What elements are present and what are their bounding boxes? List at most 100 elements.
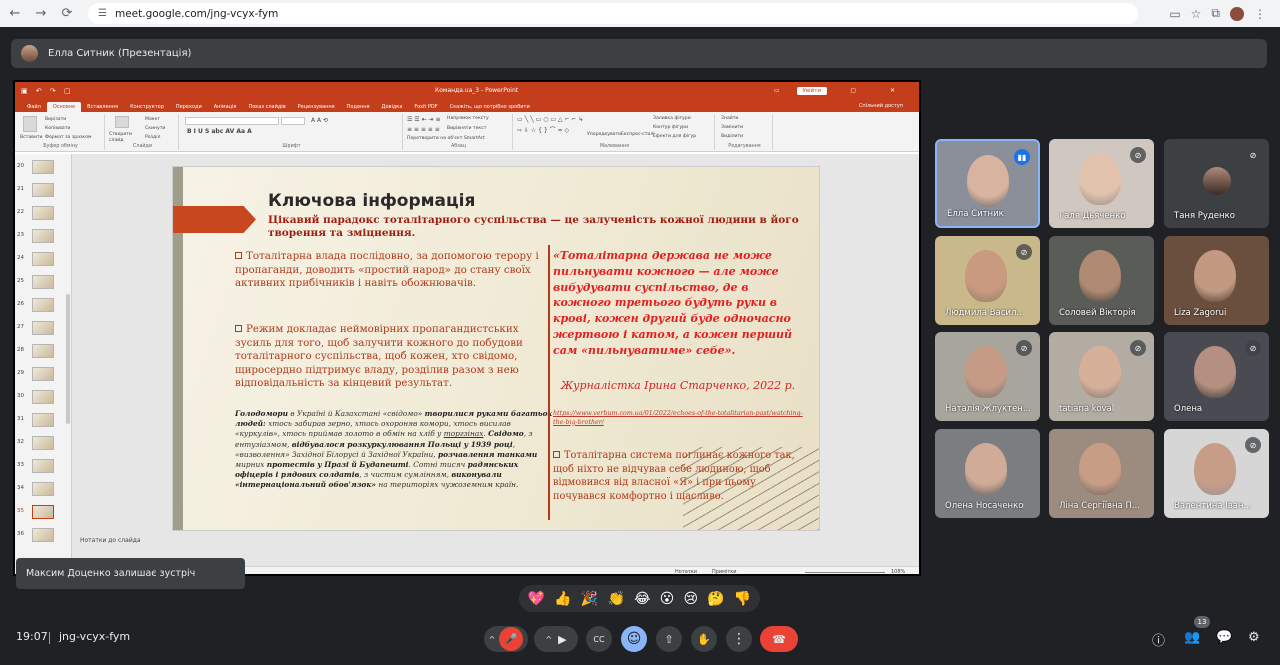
ppt-tab: Скажіть, що потрібно зробити [449,104,530,110]
presenter-avatar [21,45,38,62]
reaction-emoji-icon[interactable]: 💖 [528,591,545,607]
participant-name: Елла Ситник [947,209,1004,219]
slide-thumbnail-number: 27 [17,324,24,330]
participant-tile[interactable]: ▮▮ Елла Ситник [935,139,1040,228]
arrange-label: Упорядкувати [587,132,622,137]
emoji-icon[interactable]: ☺ [621,626,647,652]
participant-tile[interactable]: ⊘ Наталія Жлуктен... [935,332,1040,421]
participant-tile[interactable]: ⊘ Галя Дьяченко [1049,139,1154,228]
paste-icon [23,116,37,132]
extensions-icon[interactable]: ⧉ [1211,6,1220,21]
captions-icon[interactable]: CC [586,626,612,652]
bullet-square-icon [235,325,242,332]
participant-video [965,346,1007,398]
url-text: meet.google.com/jng-vcyx-fym [114,7,279,20]
participant-name: Галя Дьяченко [1059,211,1126,221]
participant-tile[interactable]: Liza Zagorui [1164,236,1269,325]
camera-control[interactable]: ^ ▶ [534,626,578,652]
reaction-emoji-icon[interactable]: 😢 [683,591,698,607]
reload-icon[interactable]: ⟳ [56,3,78,25]
time-separator [49,632,50,644]
ppt-window-controls: ▭ – ▢ ✕ [773,87,911,94]
meeting-info-icon[interactable]: ⓘ [1152,630,1165,649]
participant-avatar [1203,167,1231,195]
mic-muted-icon: ⊘ [1016,244,1032,260]
slide-thumbnail: 29 [15,364,72,387]
ppt-ribbon: Вставити Вирізати Копіювати Формат за зр… [15,112,919,152]
profile-avatar[interactable] [1230,6,1244,21]
participant-tile[interactable]: ⊘ Людмила Васил... [935,236,1040,325]
slide-title-arrow [173,206,256,233]
slide-thumbnail-number: 23 [17,232,24,238]
slide-thumbnail: 32 [15,433,72,456]
meeting-code: jng-vcyx-fym [59,630,131,643]
mic-off-icon[interactable]: 🎤 [499,627,524,651]
reaction-emoji-icon[interactable]: 😮 [660,591,675,607]
status-comments: Примітки [712,569,737,575]
back-icon[interactable]: ← [4,3,26,25]
mic-control[interactable]: ^ 🎤 [484,626,528,652]
slide-thumbnail-preview [32,413,54,427]
participant-tile[interactable]: Олена Носаченко [935,429,1040,518]
slide-vertical-divider [548,245,550,520]
more-options-icon[interactable]: ⋮ [726,626,752,652]
reaction-emoji-icon[interactable]: 🤔 [707,591,724,607]
slide-thumbnail: 36 [15,525,72,548]
browser-menu-icon[interactable]: ⋮ [1254,7,1266,21]
reaction-emoji-icon[interactable]: 👎 [734,591,751,607]
camera-indicator-icon[interactable]: ▭ [1169,7,1180,21]
forward-icon[interactable]: → [30,3,52,25]
clipboard-group-label: Буфер обміну [43,144,78,149]
participant-tile[interactable]: ⊘ Валентина Іван... [1164,429,1269,518]
slide-canvas: Ключова інформація Цікавий парадокс тота… [172,166,820,531]
font-format-icons: B I U S abc AV Aa A [187,128,252,135]
reaction-emoji-icon[interactable]: 👏 [607,591,624,607]
hangup-icon[interactable]: ☎ [760,626,798,652]
camera-icon[interactable]: ▶ [558,633,566,646]
shapes-gallery-2: ⇨ ⇩ ☆ { } ⌒ ≈ ◇ [517,127,570,134]
activities-icon[interactable]: ⚙ [1248,630,1260,645]
camera-options-chevron-icon[interactable]: ^ [545,635,552,644]
bookmark-star-icon[interactable]: ☆ [1191,7,1202,21]
participant-name: Таня Руденко [1174,211,1235,221]
slide-thumbnail-number: 28 [17,347,24,353]
slide-quote-link: https://www.verbum.com.ua/01/2022/echoes… [553,410,803,426]
participant-video [965,443,1007,495]
para-part: відбувалося розкуркулювання Польщі у 193… [291,439,513,449]
layout-label: Макет [145,117,161,122]
slide-thumbnail-preview [32,528,54,542]
presentation-header: Елла Ситник (Презентація) [11,39,1267,68]
slide-history-paragraph: Голодомори в Україні й Казахстані «свідо… [235,409,553,491]
slide-thumbnail: 24 [15,249,72,272]
present-icon[interactable]: ⇧ [656,626,682,652]
participant-tile[interactable]: Соловей Вікторія [1049,236,1154,325]
slide-thumbnails: 20 21 22 23 24 25 26 27 28 29 30 31 32 33 34 35 36 [15,154,72,566]
bullet-square-icon [235,252,242,259]
ppt-tab: Конструктор [130,104,164,110]
participant-tile[interactable]: Ліна Сергіївна П... [1049,429,1154,518]
quick-access-toolbar: ▣ ↶ ↷ ▢ [21,86,74,95]
mic-options-chevron-icon[interactable]: ^ [489,635,496,644]
meeting-time: 19:07 [16,630,48,643]
reaction-emoji-icon[interactable]: 😂 [634,591,650,607]
bullet-1-text: Тоталітарна влада послідовно, за допомог… [235,250,539,289]
raise-hand-icon[interactable]: ✋ [691,626,717,652]
find-label: Знайти [721,116,739,121]
slide-thumbnail-preview [32,298,54,312]
address-bar[interactable]: ☰ meet.google.com/jng-vcyx-fym [88,3,1138,24]
slide-thumbnail-preview [32,390,54,404]
site-info-icon[interactable]: ☰ [98,8,107,19]
participant-tile[interactable]: ⊘ Олена [1164,332,1269,421]
participant-tile[interactable]: ⊘ tatiana koval [1049,332,1154,421]
reaction-emoji-icon[interactable]: 🎉 [581,591,598,607]
quick-styles-label: Експрес-стилі [621,132,655,137]
participant-tile[interactable]: ⊘ Таня Руденко [1164,139,1269,228]
slide-thumbnail-preview [32,344,54,358]
slide-thumbnail-preview [32,321,54,335]
people-icon[interactable]: 👥 [1184,630,1200,645]
ppt-title-bar: ▣ ↶ ↷ ▢ Команда.ua_3 - PowerPoint Увійти… [15,82,919,99]
slide-thumbnail-number: 34 [17,485,24,491]
ribbon-drawing-group: ▭ ╲ ╲ ▭ ○ ▭ △ ⌐ ⌐ ↳ ⇨ ⇩ ☆ { } ⌒ ≈ ◇ Упор… [515,114,715,150]
reaction-emoji-icon[interactable]: 👍 [554,591,571,607]
chat-icon[interactable]: 💬 [1216,630,1232,645]
